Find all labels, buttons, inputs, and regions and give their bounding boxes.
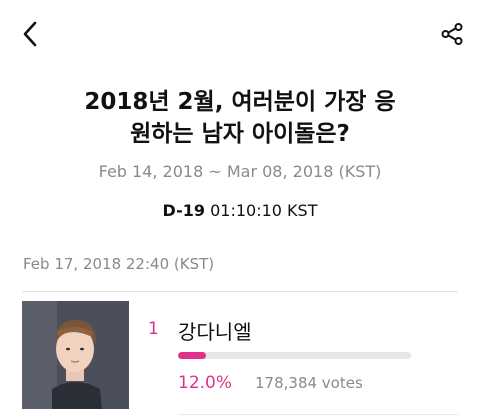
rank-number: 1 bbox=[148, 319, 159, 339]
candidate-name: 강다니엘 bbox=[178, 320, 252, 344]
vote-percent: 12.0% bbox=[178, 373, 233, 393]
share-button[interactable] bbox=[436, 18, 468, 50]
poll-date-range: Feb 14, 2018 ~ Mar 08, 2018 (KST) bbox=[98, 162, 382, 181]
top-bar bbox=[0, 0, 480, 64]
row-divider bbox=[178, 414, 458, 415]
share-icon bbox=[441, 23, 463, 45]
updated-timestamp: Feb 17, 2018 22:40 (KST) bbox=[23, 255, 215, 273]
vote-count: 178,384 votes bbox=[255, 374, 363, 392]
poll-countdown: D-19 01:10:10 KST bbox=[0, 201, 480, 220]
vote-progress-fill bbox=[178, 352, 206, 359]
poll-title-line2: 원하는 남자 아이돌은? bbox=[130, 121, 350, 147]
candidate-photo bbox=[22, 301, 129, 409]
ranking-row[interactable]: 1 강다니엘 12.0% 178,384 votes bbox=[22, 301, 458, 417]
countdown-dday: D-19 bbox=[162, 201, 205, 220]
poll-title-line1: 2018년 2월, 여러분이 가장 응 bbox=[84, 89, 396, 115]
section-divider bbox=[22, 291, 458, 292]
vote-progress-bar bbox=[178, 352, 411, 359]
countdown-time: 01:10:10 KST bbox=[210, 201, 318, 220]
back-button[interactable] bbox=[14, 18, 46, 50]
poll-detail-page: 2018년 2월, 여러분이 가장 응 원하는 남자 아이돌은? Feb 14,… bbox=[0, 0, 480, 417]
chevron-left-icon bbox=[23, 21, 37, 47]
candidate-photo-illustration bbox=[22, 301, 129, 409]
poll-title: 2018년 2월, 여러분이 가장 응 원하는 남자 아이돌은? bbox=[40, 86, 440, 150]
